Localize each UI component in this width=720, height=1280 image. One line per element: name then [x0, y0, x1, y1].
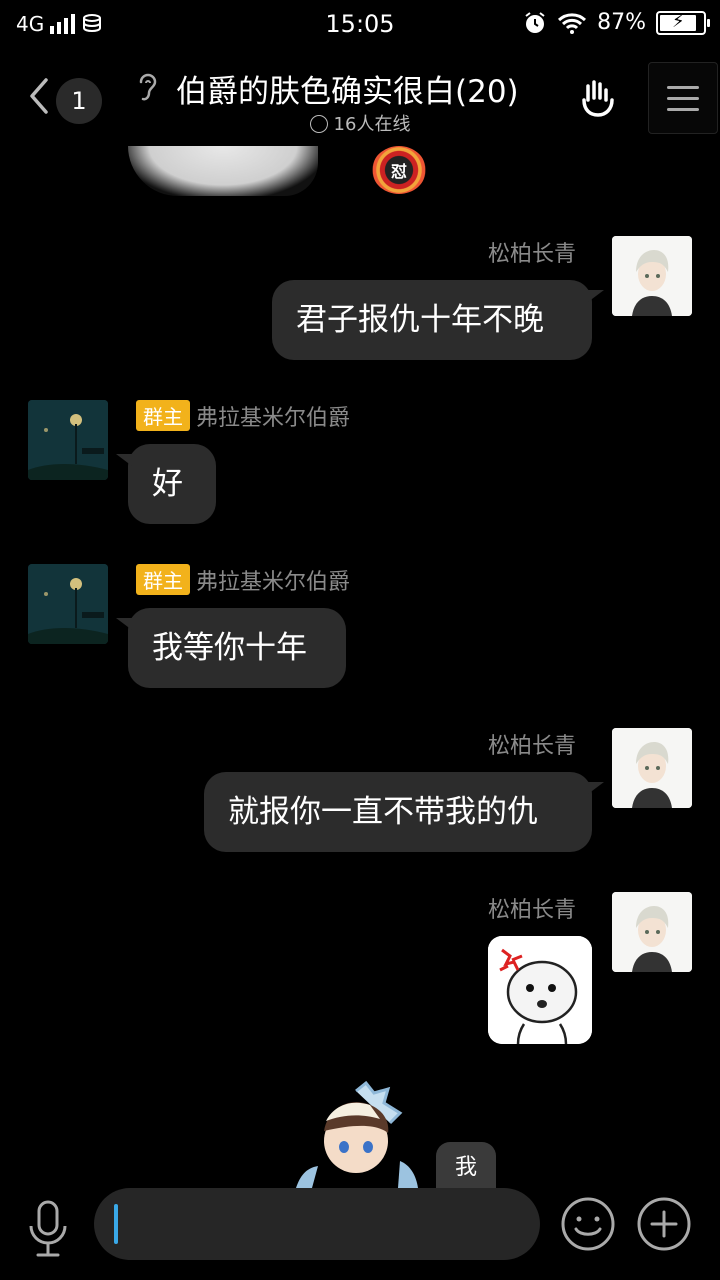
chevron-down-icon	[309, 115, 328, 133]
reaction-badge: 怼	[372, 146, 426, 194]
mic-icon[interactable]	[26, 1200, 70, 1258]
hand-gesture-icon[interactable]	[578, 78, 618, 118]
group-owner-badge: 群主	[136, 400, 190, 431]
chat-header: 1 伯爵的肤色确实很白(20) 16人在线	[0, 52, 720, 142]
earpiece-mode-icon	[139, 73, 157, 101]
partial-message-bubble[interactable]: 我	[436, 1142, 496, 1188]
online-count: 16人在线	[333, 114, 411, 135]
sender-name-row: 群主 弗拉基米尔伯爵	[136, 400, 350, 432]
text-cursor	[114, 1204, 118, 1244]
angry-face-sticker	[488, 936, 592, 1044]
message-bubble[interactable]: 君子报仇十年不晚	[272, 280, 604, 360]
sender-name: 弗拉基米尔伯爵	[196, 406, 351, 431]
sender-name: 松柏长青	[488, 734, 577, 759]
avatar-boy-image	[612, 892, 692, 972]
status-bar: 4G 15:05 87% ⚡	[0, 0, 720, 50]
battery-percent: 87%	[597, 10, 646, 35]
avatar[interactable]	[612, 892, 692, 972]
sender-name: 松柏长青	[488, 242, 577, 267]
sender-name: 松柏长青	[488, 898, 577, 923]
group-title[interactable]: 伯爵的肤色确实很白(20)	[176, 66, 519, 111]
input-bar	[0, 1188, 720, 1280]
avatar-park-image	[28, 400, 108, 480]
plus-icon[interactable]	[636, 1196, 692, 1252]
message-bubble[interactable]: 就报你一直不带我的仇	[204, 772, 604, 852]
anime-boy-sticker[interactable]	[296, 1080, 446, 1188]
avatar[interactable]	[612, 728, 692, 808]
avatar-park-image	[28, 564, 108, 644]
message-bubble[interactable]: 我等你十年	[116, 608, 346, 688]
message-list[interactable]: 怼 松柏长青 君子报仇十年不晚 群主 弗拉基米尔伯爵 好 群主 弗拉基米尔伯爵 我等…	[0, 146, 720, 1188]
message-bubble[interactable]: 好	[116, 444, 216, 524]
sticker-message[interactable]	[488, 936, 592, 1044]
cropped-sticker-image[interactable]	[128, 146, 318, 196]
avatar[interactable]	[28, 400, 108, 480]
battery-icon: ⚡	[656, 10, 710, 35]
avatar[interactable]	[612, 236, 692, 316]
sender-name: 弗拉基米尔伯爵	[196, 570, 351, 595]
group-owner-badge: 群主	[136, 564, 190, 595]
message-input[interactable]	[94, 1188, 540, 1260]
sender-name-row: 群主 弗拉基米尔伯爵	[136, 564, 350, 596]
emoji-icon[interactable]	[560, 1196, 616, 1252]
alarm-icon	[525, 11, 545, 33]
avatar[interactable]	[28, 564, 108, 644]
wifi-icon	[558, 12, 587, 34]
avatar-boy-image	[612, 728, 692, 808]
menu-button[interactable]	[648, 62, 718, 134]
avatar-boy-image	[612, 236, 692, 316]
